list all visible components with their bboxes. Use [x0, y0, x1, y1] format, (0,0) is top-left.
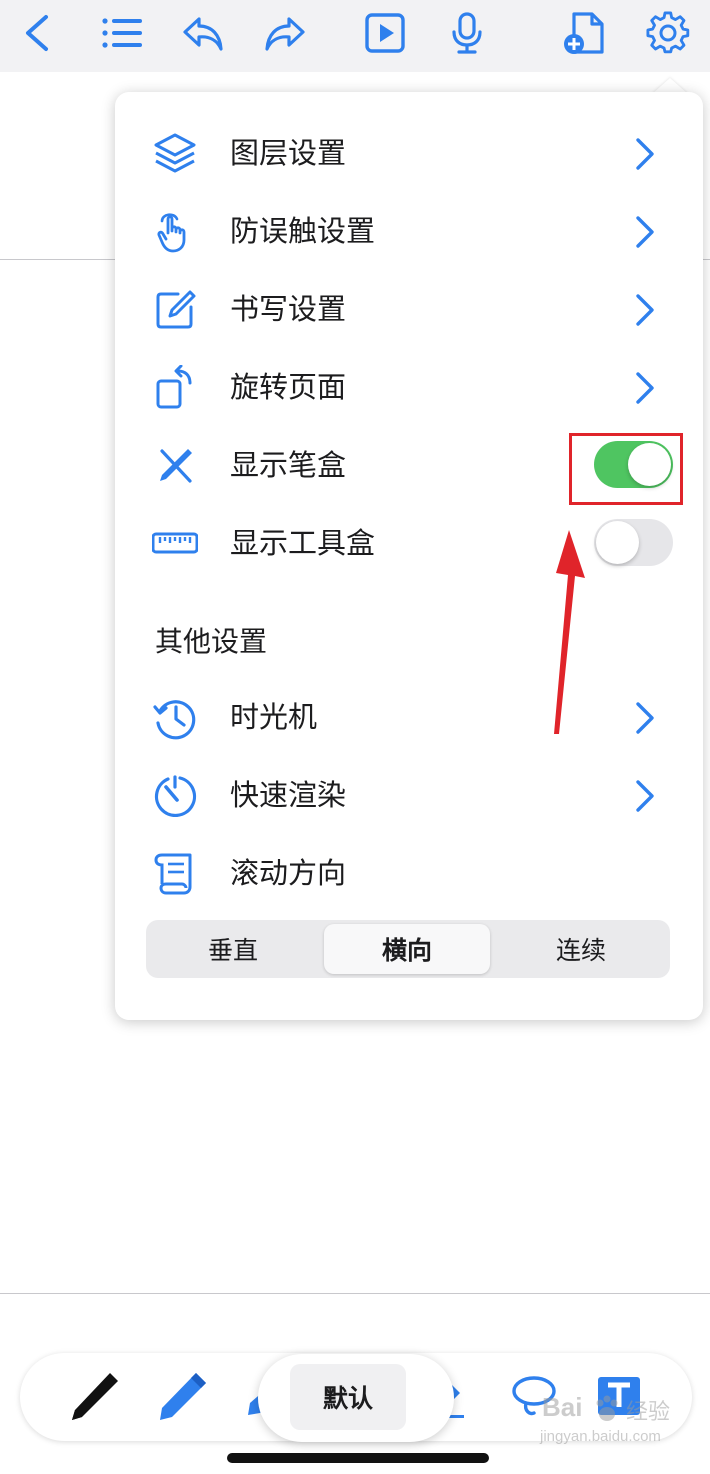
menu-item-label: 时光机: [230, 702, 318, 734]
layers-icon: [151, 130, 199, 178]
top-toolbar: [0, 0, 710, 72]
play-icon[interactable]: [363, 10, 407, 56]
chevron-right-icon: [636, 702, 654, 734]
microphone-icon[interactable]: [445, 10, 489, 56]
menu-item-time-machine[interactable]: 时光机: [115, 678, 703, 756]
pen-tools-icon: [151, 442, 199, 490]
menu-item-label: 显示工具盒: [230, 528, 376, 560]
annotation-arrow-icon: [554, 530, 585, 734]
chevron-right-icon: [636, 780, 654, 812]
menu-item-label: 图层设置: [230, 138, 347, 170]
menu-item-layer-settings[interactable]: 图层设置: [115, 114, 703, 192]
gear-icon[interactable]: [646, 10, 690, 56]
settings-popover: 图层设置 防误触设置 书写设置 旋转页面 显示笔盒 显示工具盒 其他设置 时光机…: [115, 92, 703, 1020]
pen-preset-default-button[interactable]: 默认: [290, 1364, 406, 1430]
scroll-icon: [151, 850, 199, 898]
home-indicator[interactable]: [227, 1453, 489, 1463]
menu-item-show-tool-box: 显示工具盒: [115, 504, 703, 582]
paw-icon: [596, 1395, 618, 1421]
menu-item-palm-rejection[interactable]: 防误触设置: [115, 192, 703, 270]
chevron-right-icon: [636, 216, 654, 248]
menu-item-rotate-page[interactable]: 旋转页面: [115, 348, 703, 426]
timer-icon: [151, 772, 199, 820]
pen-preset-popup: 默认: [258, 1354, 454, 1442]
menu-item-writing-settings[interactable]: 书写设置: [115, 270, 703, 348]
toggle-knob: [596, 521, 639, 564]
menu-item-label: 显示笔盒: [230, 450, 347, 482]
pen-icon[interactable]: [64, 1367, 124, 1427]
menu-item-label: 快速渲染: [230, 780, 347, 812]
annotation-highlight-box: [569, 433, 683, 505]
watermark-url: jingyan.baidu.com: [540, 1428, 661, 1445]
chevron-right-icon: [636, 294, 654, 326]
rotate-page-icon: [151, 364, 199, 412]
segment-horizontal[interactable]: 横向: [324, 924, 490, 974]
menu-item-label: 防误触设置: [230, 216, 376, 248]
list-icon[interactable]: [100, 10, 144, 56]
scroll-direction-segmented-control: 垂直 横向 连续: [146, 920, 670, 978]
ruler-icon: [151, 520, 199, 568]
pencil-icon[interactable]: [152, 1367, 212, 1427]
section-title-other-settings: 其他设置: [155, 626, 268, 657]
menu-item-label: 书写设置: [230, 294, 347, 326]
watermark-brand-suffix: 经验: [626, 1399, 671, 1424]
menu-item-fast-render[interactable]: 快速渲染: [115, 756, 703, 834]
segment-continuous[interactable]: 连续: [498, 924, 664, 974]
segment-vertical[interactable]: 垂直: [150, 924, 316, 974]
hand-touch-icon: [151, 208, 199, 256]
redo-icon[interactable]: [263, 10, 307, 56]
baidu-watermark-logo: Bai 经验 jingyan.baidu.com: [536, 1392, 696, 1452]
chevron-right-icon: [636, 372, 654, 404]
watermark-brand: Bai: [542, 1392, 583, 1422]
add-page-icon[interactable]: [562, 10, 606, 56]
undo-icon[interactable]: [181, 10, 225, 56]
menu-item-scroll-direction: 滚动方向: [115, 834, 703, 912]
menu-item-label: 滚动方向: [230, 858, 347, 890]
menu-item-label: 旋转页面: [230, 372, 347, 404]
page-divider-bottom: [0, 1293, 710, 1294]
history-icon: [151, 694, 199, 742]
back-chevron-icon[interactable]: [16, 10, 60, 56]
chevron-right-icon: [636, 138, 654, 170]
edit-square-icon: [151, 286, 199, 334]
show-tool-box-toggle[interactable]: [594, 519, 673, 566]
